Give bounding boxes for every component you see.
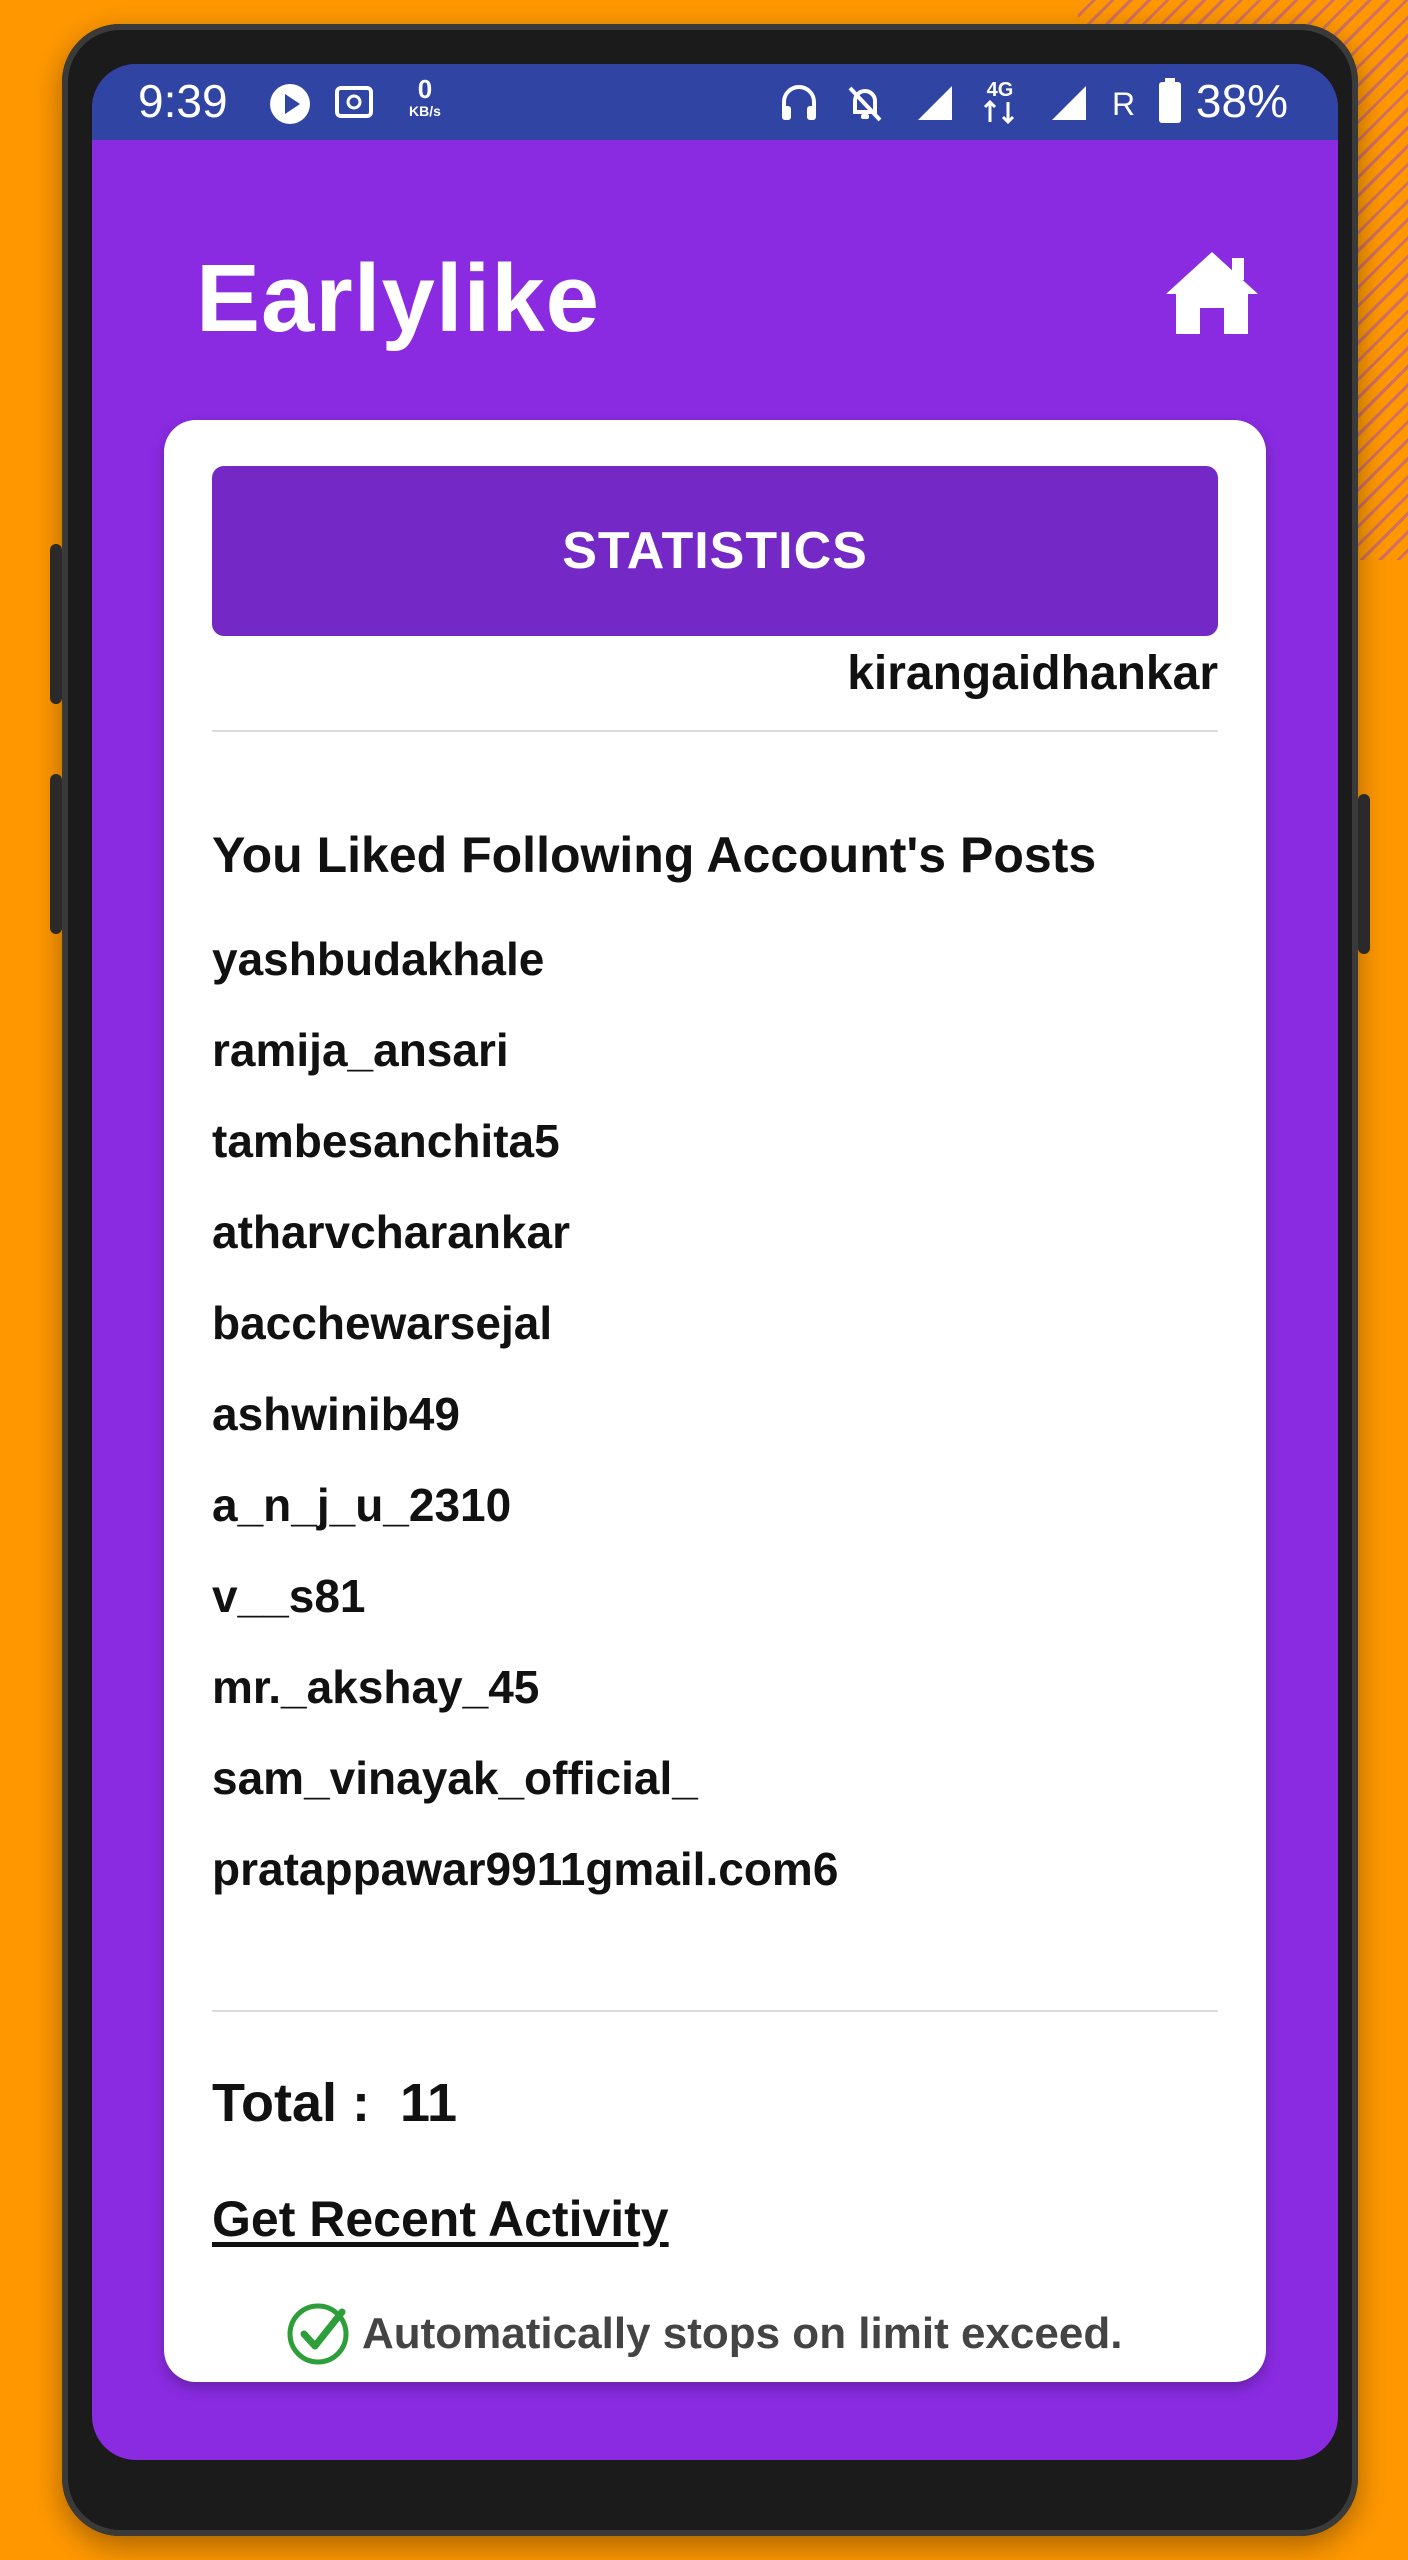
- list-item: tambesanchita5: [212, 1115, 560, 1167]
- volume-button-2: [50, 774, 62, 934]
- app-title: Earlylike: [196, 245, 600, 352]
- list-item: a_n_j_u_2310: [212, 1479, 512, 1531]
- battery-percent: 38%: [1195, 75, 1288, 127]
- net-speed: 0 KB/s: [398, 76, 452, 118]
- signal-icon-2: [1052, 86, 1086, 120]
- battery-icon: [1159, 78, 1181, 123]
- list-item: atharvcharankar: [212, 1206, 570, 1258]
- total-count: Total : 11: [212, 2073, 458, 2133]
- username-label: kirangaidhankar: [847, 647, 1218, 700]
- divider-2: [212, 2010, 1218, 2012]
- bell-muted-icon: [848, 86, 882, 122]
- network-type-label: 4G: [987, 79, 1014, 101]
- list-item: v__s81: [212, 1570, 366, 1622]
- 4g-arrows-icon: 4G: [983, 79, 1015, 125]
- divider: [212, 730, 1218, 732]
- list-item: yashbudakhale: [212, 933, 545, 985]
- storage-icon: [335, 86, 373, 118]
- net-speed-unit: KB/s: [409, 103, 441, 119]
- list-item: ashwinib49: [212, 1388, 460, 1440]
- list-item: ramija_ansari: [212, 1024, 509, 1076]
- list-item: bacchewarsejal: [212, 1297, 553, 1349]
- power-button: [1358, 794, 1370, 954]
- net-speed-value: 0: [417, 74, 433, 104]
- statistics-button[interactable]: STATISTICS: [212, 466, 1218, 636]
- list-item: sam_vinayak_official_: [212, 1752, 698, 1804]
- play-icon: [270, 84, 310, 124]
- list-item: pratappawar9911gmail.com6: [212, 1843, 839, 1895]
- check-circle-icon: [287, 2303, 349, 2365]
- get-recent-activity-link[interactable]: Get Recent Activity: [212, 2190, 669, 2248]
- section-heading: You Liked Following Account's Posts: [212, 827, 1097, 883]
- signal-icon: [918, 86, 952, 120]
- status-bar: 9:39 0 KB/s 4G R 38%: [92, 64, 1338, 140]
- volume-button: [50, 544, 62, 704]
- list-item: mr._akshay_45: [212, 1661, 540, 1713]
- home-icon[interactable]: [1162, 248, 1262, 338]
- status-time: 9:39: [138, 75, 228, 127]
- auto-stop-text: Automatically stops on limit exceed.: [362, 2309, 1123, 2358]
- statistics-card: STATISTICS kirangaidhankar You Liked Fol…: [164, 420, 1266, 2382]
- liked-accounts-list: yashbudakhale ramija_ansari tambesanchit…: [212, 914, 838, 1915]
- headphones-icon: [782, 85, 816, 120]
- auto-stop-note: Automatically stops on limit exceed.: [284, 2300, 1122, 2368]
- roaming-indicator: R: [1112, 86, 1136, 122]
- app-screen: 9:39 0 KB/s 4G R 38% Earlylike STATISTIC…: [92, 64, 1338, 2460]
